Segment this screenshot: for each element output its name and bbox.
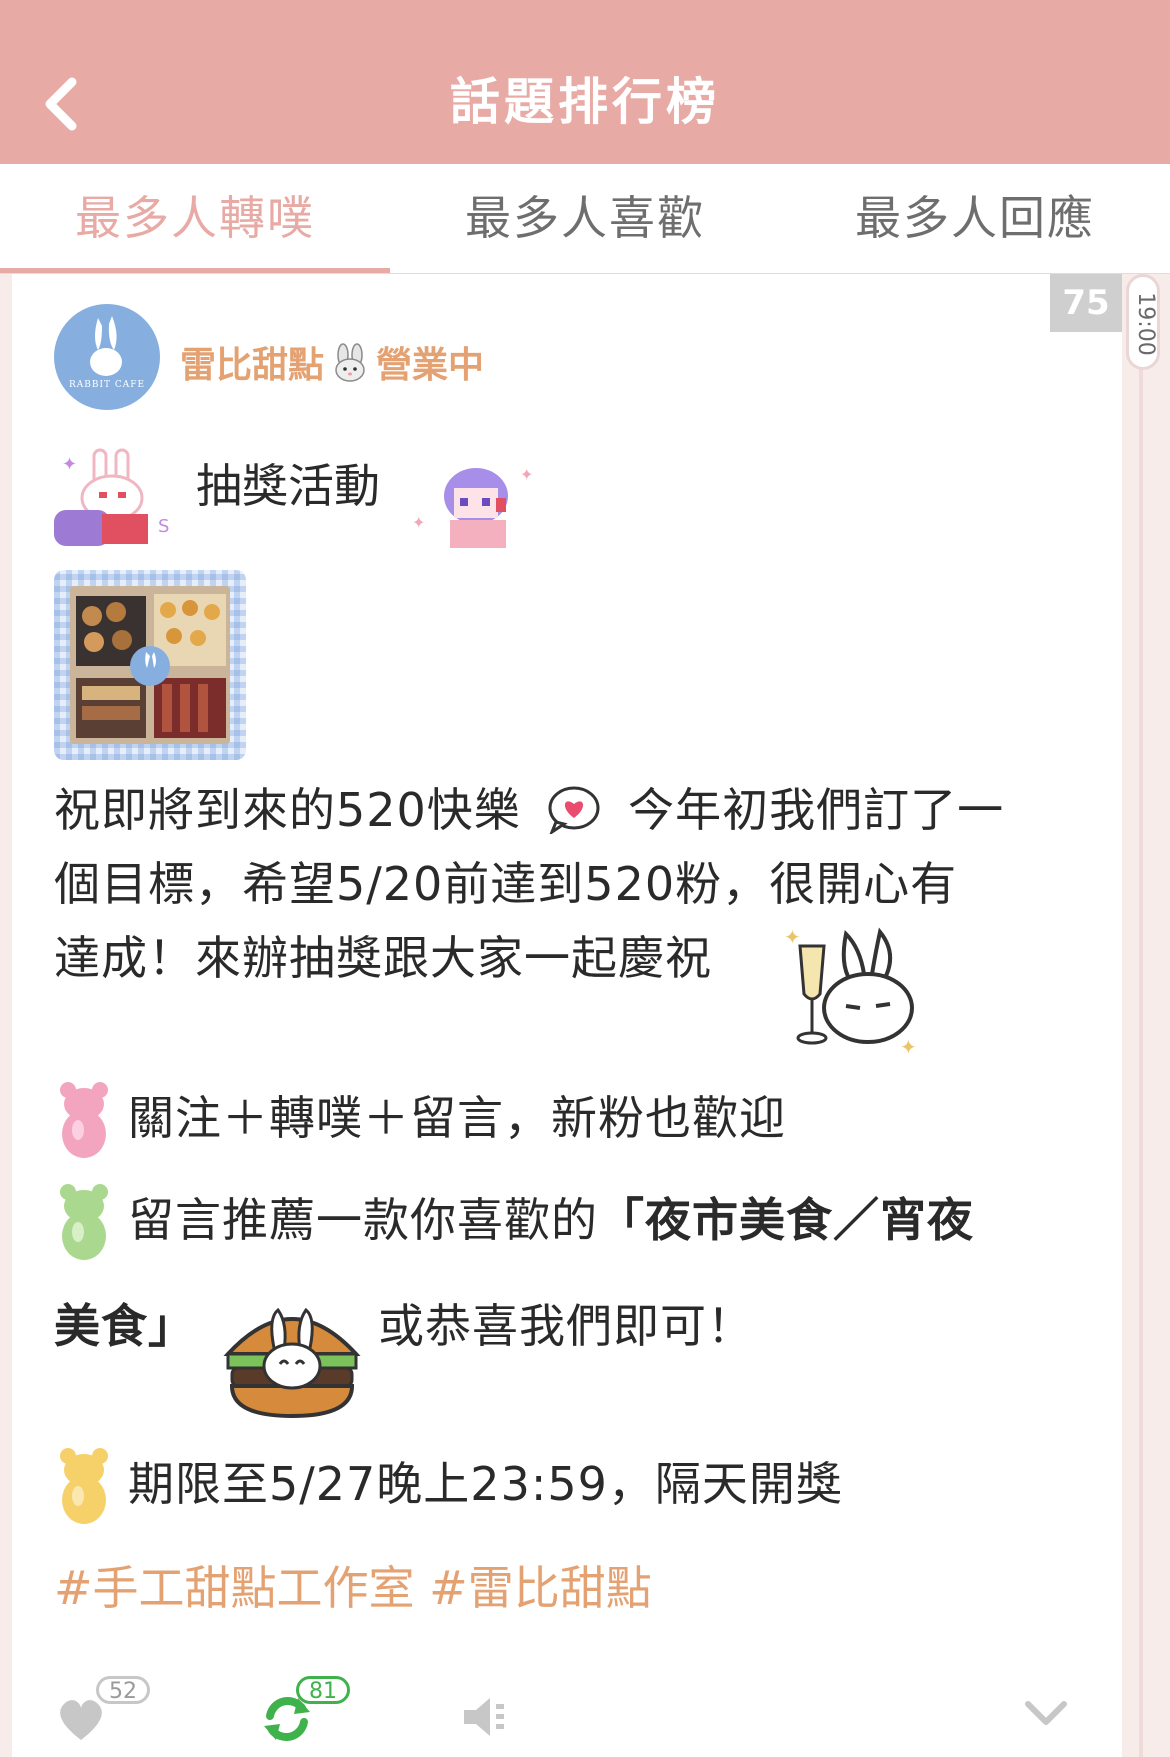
hashtag-link[interactable]: #雷比甜點 — [429, 1561, 652, 1615]
post-image-thumbnail[interactable] — [54, 570, 246, 760]
author-status: 營業中 — [376, 345, 485, 386]
girl-sticker-icon: ✦ ✦ — [410, 458, 540, 562]
svg-text:✦: ✦ — [900, 1035, 917, 1059]
avatar-caption: RABBIT CAFE — [68, 380, 146, 390]
rabbit-sticker-icon: ✦ S — [54, 440, 184, 554]
svg-text:✦: ✦ — [784, 925, 801, 949]
tab-most-liked[interactable]: 最多人喜歡 — [390, 164, 780, 273]
body-line-1: 祝即將到來的520快樂 — [54, 783, 521, 837]
active-tab-indicator — [0, 268, 390, 273]
hashtag-list: #手工甜點工作室 #雷比甜點 — [54, 1552, 652, 1618]
author-name-text: 雷比甜點 — [180, 345, 325, 386]
rule-2-highlight: 「夜市美食／宵夜 — [598, 1193, 974, 1247]
svg-text:✦: ✦ — [62, 454, 77, 475]
rule-2-continued: 美食」 — [54, 1290, 195, 1356]
tab-bar: 最多人轉噗 最多人喜歡 最多人回應 — [0, 164, 1170, 274]
page-title: 話題排行榜 — [450, 73, 720, 131]
timeline: 19:00 — [1126, 274, 1162, 1757]
post-time: 19:00 — [1133, 292, 1158, 356]
champagne-rabbit-sticker-icon: ✦ ✦ — [780, 924, 930, 1068]
timeline-line — [1139, 274, 1143, 1757]
rabbit-logo-icon — [90, 316, 122, 376]
svg-text:✦: ✦ — [520, 465, 533, 484]
pink-gummy-bear-icon — [56, 1080, 112, 1164]
hashtag-link[interactable]: #手工甜點工作室 — [54, 1561, 415, 1615]
rabbit-face-icon — [330, 343, 370, 383]
like-count: 52 — [96, 1676, 150, 1704]
heart-icon — [60, 1700, 102, 1740]
burger-rabbit-sticker-icon — [222, 1298, 362, 1426]
more-options-button[interactable] — [1022, 1676, 1082, 1746]
rule-3: 期限至5/27晚上23:59，隔天開獎 — [128, 1457, 843, 1511]
like-button[interactable]: 52 — [56, 1676, 166, 1746]
replurk-button[interactable]: 81 — [262, 1676, 372, 1746]
post-title: 抽獎活動 — [196, 459, 380, 513]
rule-2-ending: 或恭喜我們即可！ — [378, 1299, 754, 1353]
avatar[interactable]: RABBIT CAFE — [54, 304, 160, 410]
rule-2-highlight-end: 美食」 — [54, 1299, 195, 1353]
tab-most-replurked[interactable]: 最多人轉噗 — [0, 164, 390, 273]
mute-button[interactable] — [462, 1676, 522, 1746]
body-line-3: 達成！來辦抽獎跟大家一起慶祝 — [54, 931, 712, 985]
green-gummy-bear-icon — [56, 1182, 112, 1266]
app-header: 話題排行榜 — [0, 0, 1170, 164]
svg-text:✦: ✦ — [412, 513, 425, 532]
replurk-count: 81 — [296, 1676, 350, 1704]
post-body-line: 祝即將到來的520快樂 今年初我們訂了一 — [54, 774, 1004, 840]
body-line-1b: 今年初我們訂了一 — [628, 783, 1005, 837]
rule-2-text: 留言推薦一款你喜歡的 — [128, 1193, 598, 1247]
heart-bubble-icon — [546, 784, 602, 836]
pastry-photo — [70, 586, 230, 744]
tab-most-responded[interactable]: 最多人回應 — [780, 164, 1170, 273]
body-line-2: 個目標，希望5/20前達到520粉，很開心有 — [54, 857, 958, 911]
mute-icon — [464, 1698, 504, 1736]
rank-badge: 75 — [1050, 274, 1122, 332]
yellow-gummy-bear-icon — [56, 1446, 112, 1530]
rule-2: 留言推薦一款你喜歡的「夜市美食／宵夜 — [128, 1184, 974, 1250]
rule-1: 關注＋轉噗＋留言，新粉也歡迎 — [128, 1091, 786, 1145]
author-name[interactable]: 雷比甜點 營業中 — [180, 336, 484, 388]
svg-text:S: S — [158, 516, 169, 537]
chevron-down-icon — [1025, 1701, 1067, 1725]
time-marker: 19:00 — [1126, 274, 1160, 370]
